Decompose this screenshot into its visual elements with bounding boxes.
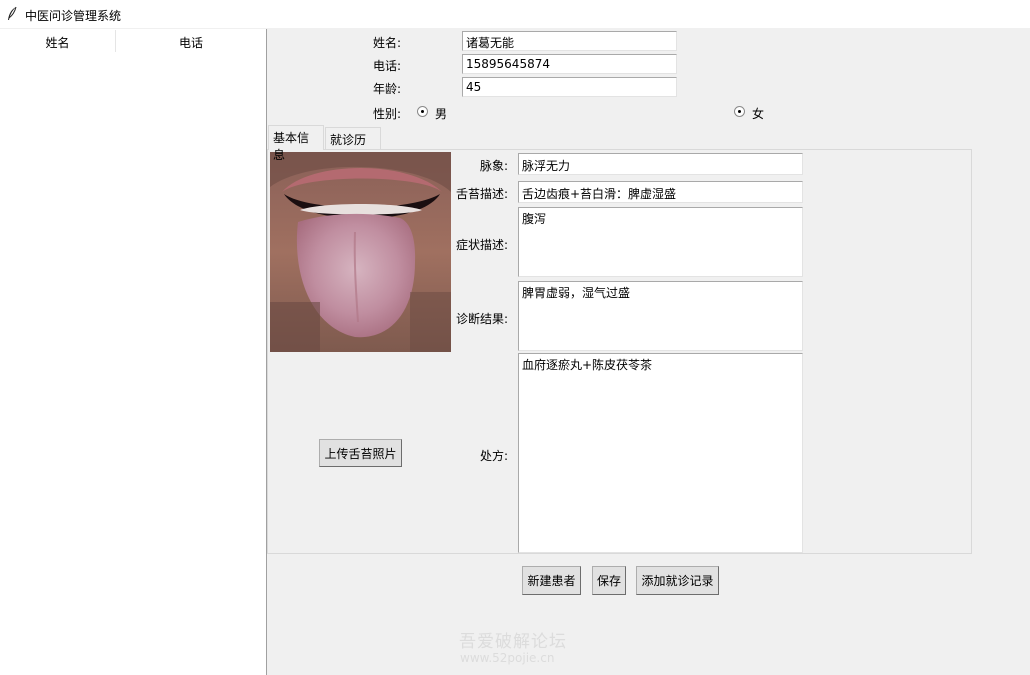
gender-female-radio[interactable] (734, 106, 745, 117)
age-label: 年龄: (373, 82, 402, 96)
pulse-field[interactable]: 脉浮无力 (518, 153, 803, 175)
tab-basic-info[interactable]: 基本信息 (268, 125, 324, 162)
tongue-photo (270, 152, 451, 352)
upload-tongue-photo-button[interactable]: 上传舌苔照片 (319, 439, 402, 467)
phone-field[interactable]: 15895645874 (462, 54, 677, 74)
feather-icon (8, 6, 17, 20)
add-visit-record-button[interactable]: 添加就诊记录 (636, 566, 719, 595)
prescription-textarea[interactable]: 血府逐瘀丸+陈皮茯苓茶 (518, 353, 803, 553)
prescription-label: 处方: (480, 449, 509, 463)
column-header-phone[interactable]: 电话 (116, 34, 266, 51)
title-bar: 中医问诊管理系统 (0, 0, 1030, 28)
gender-female-label[interactable]: 女 (752, 105, 764, 122)
symptom-description-label: 症状描述: (456, 238, 509, 252)
watermark-text: 吾爱破解论坛 (459, 632, 567, 652)
age-field[interactable]: 45 (462, 77, 677, 97)
diagnosis-result-label: 诊断结果: (456, 312, 509, 326)
gender-label: 性别: (373, 107, 402, 121)
save-button[interactable]: 保存 (592, 566, 626, 595)
tongue-description-field[interactable]: 舌边齿痕+苔白滑：脾虚湿盛 (518, 181, 803, 203)
patient-list[interactable]: 姓名 电话 (0, 29, 267, 675)
diagnosis-result-textarea[interactable]: 脾胃虚弱，湿气过盛 (518, 281, 803, 351)
patient-list-header: 姓名 电话 (0, 29, 266, 53)
new-patient-button[interactable]: 新建患者 (522, 566, 581, 595)
phone-label: 电话: (373, 59, 402, 73)
gender-male-radio[interactable] (417, 106, 428, 117)
name-label: 姓名: (373, 36, 402, 50)
tab-visit-history[interactable]: 就诊历史 (325, 127, 381, 164)
column-header-name[interactable]: 姓名 (0, 34, 115, 51)
name-field[interactable]: 诸葛无能 (462, 31, 677, 51)
window-title: 中医问诊管理系统 (25, 9, 122, 23)
tongue-description-label: 舌苔描述: (456, 187, 509, 201)
pulse-label: 脉象: (480, 159, 509, 173)
symptom-description-textarea[interactable]: 腹泻 (518, 207, 803, 277)
gender-male-label[interactable]: 男 (435, 105, 447, 122)
watermark-url: www.52pojie.cn (460, 651, 555, 665)
